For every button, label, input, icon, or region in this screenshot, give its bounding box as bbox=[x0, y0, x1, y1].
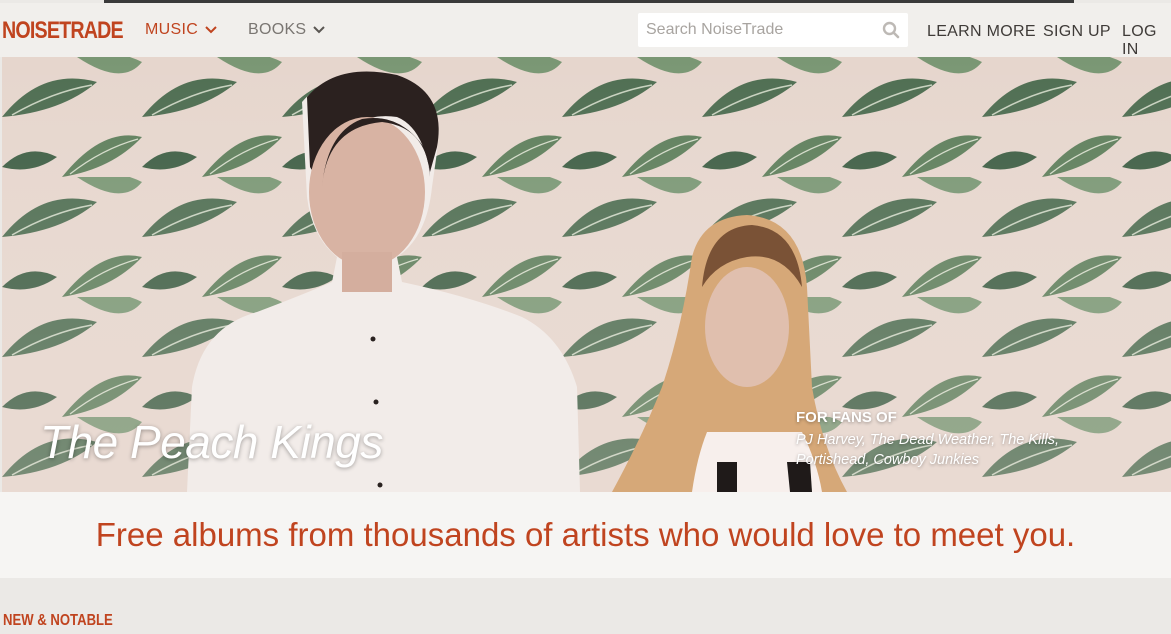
sign-up-link[interactable]: SIGN UP bbox=[1043, 23, 1111, 41]
noisetrade-logo[interactable]: NOISETRADE bbox=[2, 17, 124, 45]
learn-more-link[interactable]: LEARN MORE bbox=[927, 23, 1036, 41]
site-tagline: Free albums from thousands of artists wh… bbox=[95, 516, 1076, 553]
chevron-down-icon bbox=[312, 25, 326, 35]
search-box bbox=[638, 13, 908, 47]
search-icon[interactable] bbox=[882, 21, 900, 44]
featured-hero-banner[interactable]: The Peach Kings FOR FANS OF PJ Harvey, T… bbox=[2, 57, 1171, 492]
new-notable-heading: NEW & NOTABLE bbox=[3, 612, 113, 629]
log-in-link[interactable]: LOG IN bbox=[1122, 23, 1171, 59]
nav-books-label: BOOKS bbox=[248, 21, 307, 38]
top-navbar: NOISETRADE MUSIC BOOKS LEARN MORE SIGN U… bbox=[0, 3, 1171, 59]
nav-books-dropdown[interactable]: BOOKS bbox=[248, 21, 326, 39]
nav-music-dropdown[interactable]: MUSIC bbox=[145, 21, 218, 39]
for-fans-of-list: PJ Harvey, The Dead Weather, The Kills, … bbox=[796, 432, 1059, 468]
search-input[interactable] bbox=[638, 13, 876, 47]
nav-music-label: MUSIC bbox=[145, 21, 199, 38]
for-fans-of-label: FOR FANS OF bbox=[796, 409, 897, 426]
chevron-down-icon bbox=[204, 25, 218, 35]
tagline-bar: Free albums from thousands of artists wh… bbox=[0, 492, 1171, 578]
featured-artist-name[interactable]: The Peach Kings bbox=[40, 415, 383, 469]
